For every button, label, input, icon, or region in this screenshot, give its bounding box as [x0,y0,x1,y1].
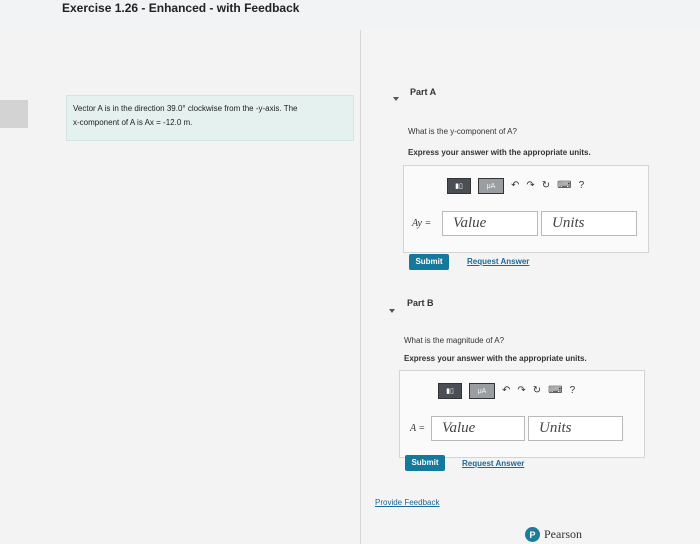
reset-icon[interactable]: ↻ [533,384,541,398]
pearson-brand: P Pearson [525,527,582,542]
part-b-request-answer-link[interactable]: Request Answer [462,459,524,468]
part-b-submit-button[interactable]: Submit [405,455,445,471]
part-b-value-input[interactable]: Value [431,416,525,441]
problem-line-1: Vector A is in the direction 39.0° clock… [73,104,298,113]
title-bar: Exercise 1.26 - Enhanced - with Feedback [0,0,700,31]
pearson-brand-label: Pearson [544,527,582,541]
keyboard-icon[interactable]: ⌨ [557,179,571,193]
side-tab[interactable] [0,100,28,128]
part-a-heading[interactable]: Part A [410,87,436,97]
part-b-units-input[interactable]: Units [528,416,623,441]
part-a-variable-label: Ay = [412,218,432,229]
part-b-instruction: Express your answer with the appropriate… [404,354,587,363]
redo-icon[interactable]: ↷ [517,384,525,398]
part-b-question: What is the magnitude of A? [404,336,505,345]
undo-icon[interactable]: ↶ [502,384,510,398]
help-icon[interactable]: ? [570,384,576,398]
provide-feedback-link[interactable]: Provide Feedback [375,498,439,507]
part-a-units-input[interactable]: Units [541,211,637,236]
part-b-toolbar: ▮▯ μA ↶ ↷ ↻ ⌨ ? [438,383,575,399]
problem-statement: Vector A is in the direction 39.0° clock… [66,95,354,141]
collapse-part-b-icon[interactable] [389,300,395,318]
page-title: Exercise 1.26 - Enhanced - with Feedback [62,1,300,15]
collapse-part-a-icon[interactable] [393,88,399,106]
pearson-logo-icon: P [525,527,540,542]
part-a-request-answer-link[interactable]: Request Answer [467,257,529,266]
reset-icon[interactable]: ↻ [542,179,550,193]
redo-icon[interactable]: ↷ [526,179,534,193]
part-b-variable-label: A = [410,423,426,434]
part-b-heading[interactable]: Part B [407,298,434,308]
help-icon[interactable]: ? [579,179,585,193]
part-a-toolbar: ▮▯ μA ↶ ↷ ↻ ⌨ ? [447,178,584,194]
part-a-submit-button[interactable]: Submit [409,254,449,270]
templates-icon[interactable]: ▮▯ [438,383,462,399]
part-a-instruction: Express your answer with the appropriate… [408,148,591,157]
undo-icon[interactable]: ↶ [511,179,519,193]
problem-line-2: x-component of A is Ax = -12.0 m. [73,118,193,127]
part-a-value-input[interactable]: Value [442,211,538,236]
units-tool-icon[interactable]: μA [469,383,495,399]
templates-icon[interactable]: ▮▯ [447,178,471,194]
units-tool-icon[interactable]: μA [478,178,504,194]
keyboard-icon[interactable]: ⌨ [548,384,562,398]
part-a-question: What is the y-component of A? [408,127,517,136]
